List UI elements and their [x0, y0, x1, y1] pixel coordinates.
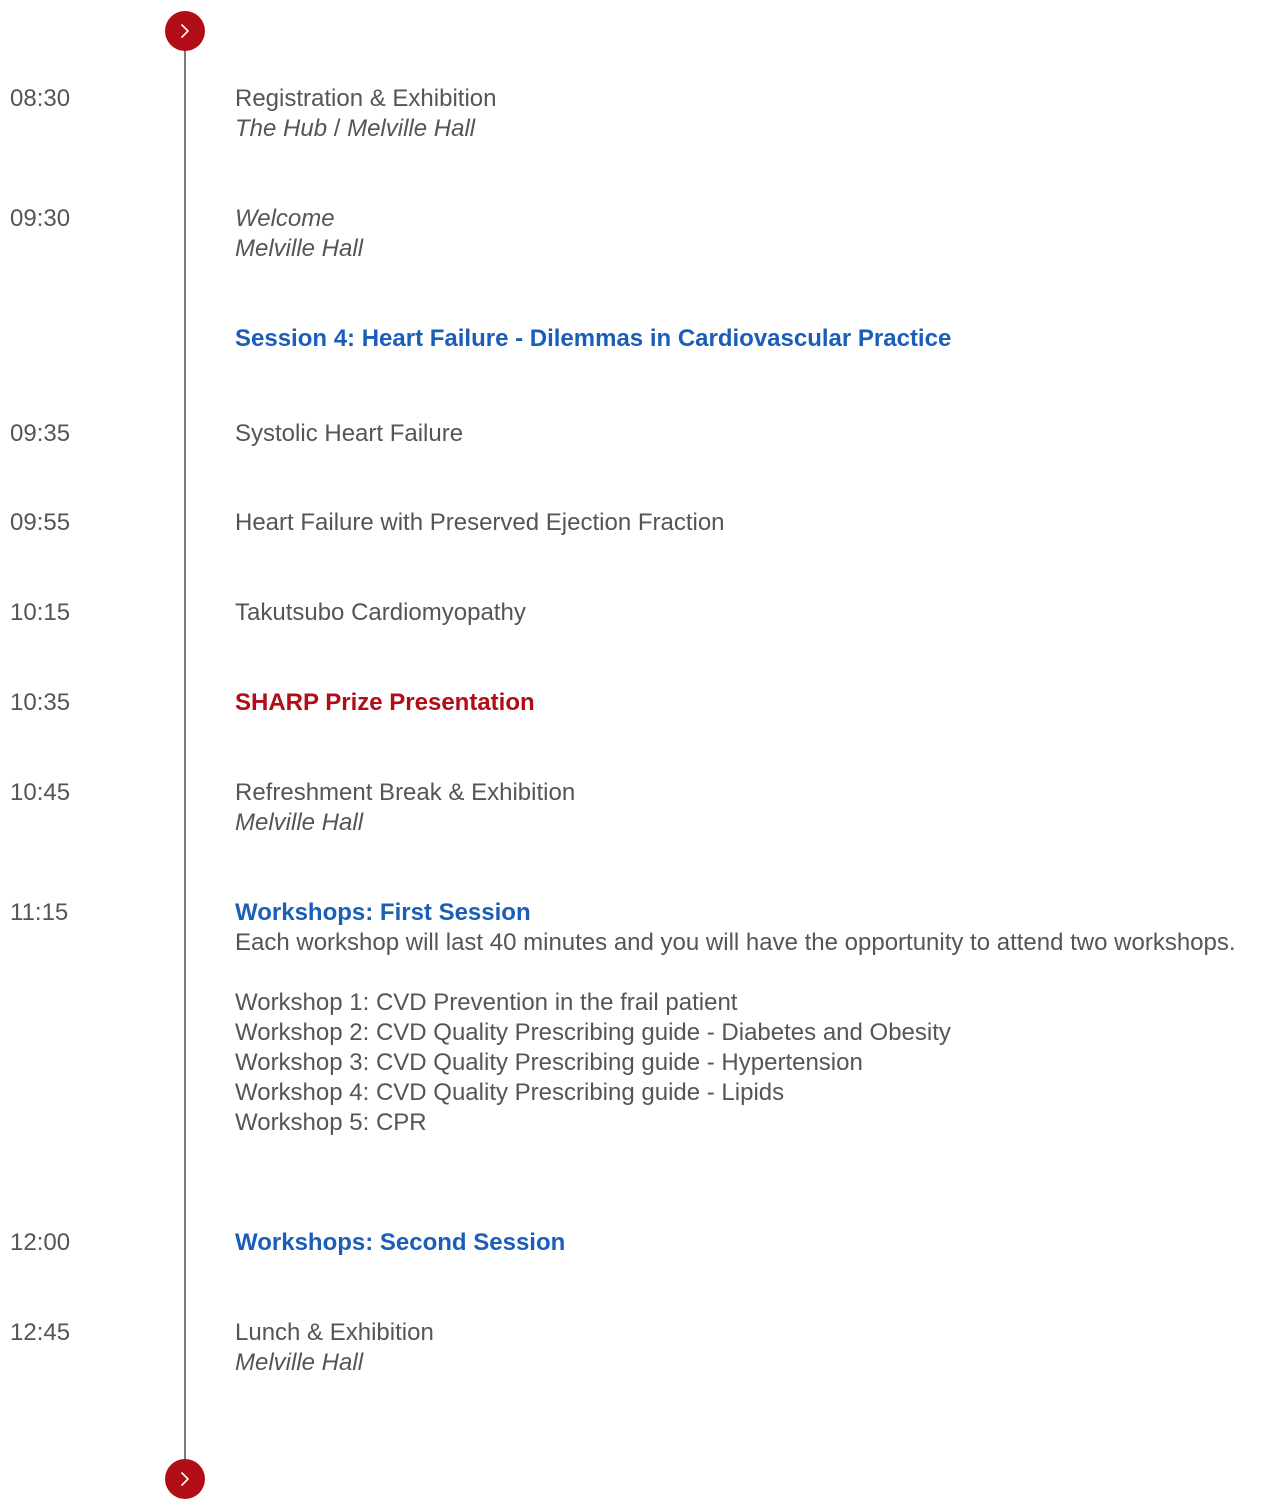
agenda-time: 12:45 — [10, 1319, 71, 1346]
agenda-location: The Hub / Melville Hall — [235, 114, 1280, 144]
workshop-item: Workshop 3: CVD Quality Prescribing guid… — [235, 1049, 863, 1076]
location-separator: / — [333, 115, 341, 142]
chevron-right-icon — [181, 24, 189, 38]
location-melville-hall: Melville Hall — [347, 115, 476, 142]
agenda-location: Melville Hall — [235, 1349, 364, 1376]
agenda-time: 10:35 — [10, 689, 71, 716]
session-title: Workshops: Second Session — [235, 1229, 566, 1256]
workshop-description: Each workshop will last 40 minutes and y… — [235, 929, 1236, 956]
agenda-location: Melville Hall — [235, 809, 364, 836]
chevron-right-icon — [181, 1472, 189, 1486]
agenda-title: Refreshment Break & Exhibition — [235, 779, 576, 806]
agenda-title: Takutsubo Cardiomyopathy — [235, 599, 526, 626]
workshop-item: Workshop 2: CVD Quality Prescribing guid… — [235, 1019, 951, 1046]
agenda-time: 09:35 — [10, 420, 71, 447]
session-title: Session 4: Heart Failure - Dilemmas in C… — [235, 325, 952, 352]
agenda-time: 11:15 — [10, 899, 69, 926]
timeline-scroll-up-button[interactable] — [165, 11, 205, 51]
agenda-time: 08:30 — [10, 85, 71, 112]
agenda-title: Heart Failure with Preserved Ejection Fr… — [235, 509, 725, 536]
agenda-time: 09:30 — [10, 205, 71, 232]
agenda-title: Lunch & Exhibition — [235, 1319, 434, 1346]
location-the-hub: The Hub — [235, 115, 328, 142]
agenda-title: Systolic Heart Failure — [235, 420, 464, 447]
workshop-item: Workshop 1: CVD Prevention in the frail … — [235, 989, 738, 1016]
timeline-scroll-down-button[interactable] — [165, 1459, 205, 1499]
agenda-time: 12:00 — [10, 1229, 71, 1256]
session-title: Workshops: First Session — [235, 899, 531, 926]
agenda-title: Registration & Exhibition — [235, 85, 497, 112]
agenda-time: 09:55 — [10, 509, 71, 536]
agenda-title: Welcome — [235, 205, 335, 232]
prize-title: SHARP Prize Presentation — [235, 689, 535, 716]
agenda-time: 10:45 — [10, 779, 71, 806]
agenda-time: 10:15 — [10, 599, 71, 626]
timeline-line — [184, 30, 186, 1470]
workshop-item: Workshop 5: CPR — [235, 1109, 427, 1136]
workshop-item: Workshop 4: CVD Quality Prescribing guid… — [235, 1079, 785, 1106]
workshop-list: Workshop 1: CVD Prevention in the frail … — [235, 988, 1280, 1138]
agenda-location: Melville Hall — [235, 235, 364, 262]
